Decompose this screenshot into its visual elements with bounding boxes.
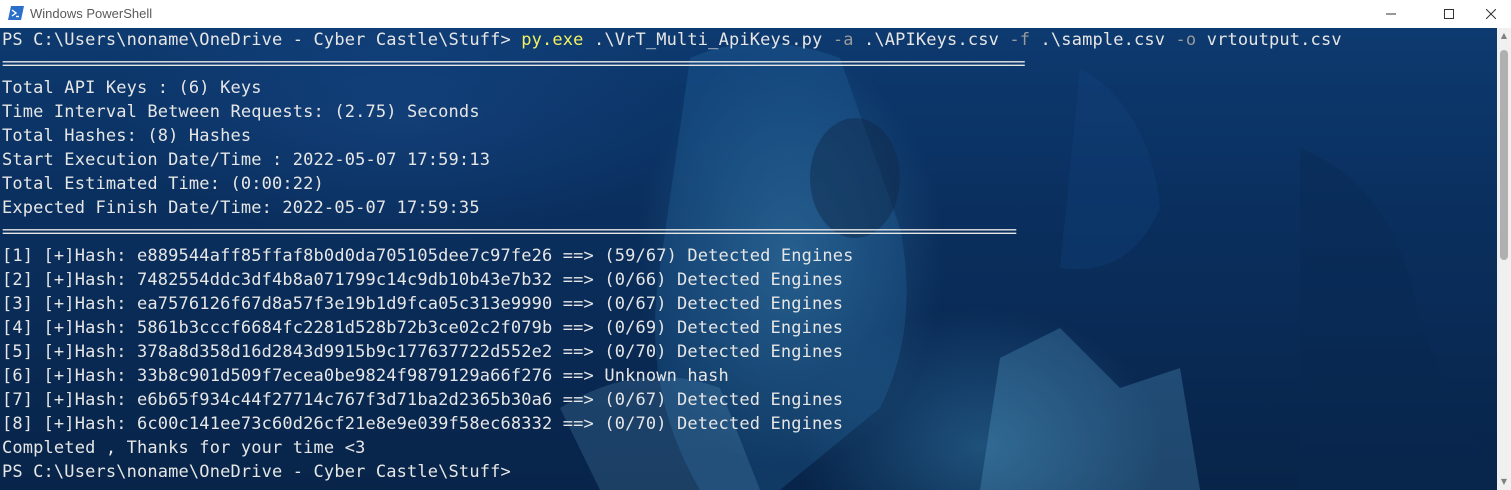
window-title: Windows PowerShell (30, 6, 153, 21)
result-line: [1] [+]Hash: e889544aff85ffaf8b0d0da7051… (2, 246, 854, 266)
arg-o: vrtoutput.csv (1196, 30, 1342, 50)
command-exe: py.exe (521, 30, 584, 50)
arg-a: .\APIKeys.csv (853, 30, 1010, 50)
maximize-icon (1444, 9, 1454, 19)
minimize-button[interactable] (1367, 0, 1415, 28)
separator-line: ========================================… (2, 222, 1017, 242)
prompt-text: PS C:\Users\noname\OneDrive - Cyber Cast… (2, 30, 522, 50)
result-line: [2] [+]Hash: 7482554ddc3df4b8a071799c14c… (2, 270, 844, 290)
vertical-scrollbar[interactable]: ▲ ▼ (1497, 28, 1511, 490)
completed-line: Completed , Thanks for your time <3 (2, 438, 366, 458)
flag-f: -f (1009, 30, 1031, 50)
summary-line: Start Execution Date/Time : 2022-05-07 1… (2, 150, 491, 170)
command-line: PS C:\Users\noname\OneDrive - Cyber Cast… (2, 28, 1342, 52)
summary-line: Time Interval Between Requests: (2.75) S… (2, 102, 480, 122)
title-bar[interactable]: Windows PowerShell (0, 0, 1511, 29)
result-line: [5] [+]Hash: 378a8d358d16d2843d9915b9c17… (2, 342, 844, 362)
scroll-down-icon[interactable]: ▼ (1500, 478, 1508, 486)
summary-line: Expected Finish Date/Time: 2022-05-07 17… (2, 198, 480, 218)
result-line: [6] [+]Hash: 33b8c901d509f7ecea0be9824f9… (2, 366, 729, 386)
command-script: .\VrT_Multi_ApiKeys.py (583, 30, 833, 50)
maximize-button[interactable] (1425, 0, 1473, 28)
separator-line: ========================================… (2, 54, 1026, 74)
powershell-icon (8, 6, 24, 20)
final-prompt[interactable]: PS C:\Users\noname\OneDrive - Cyber Cast… (2, 460, 1342, 484)
scroll-up-icon[interactable]: ▲ (1500, 32, 1508, 40)
minimize-icon (1386, 13, 1396, 15)
close-button[interactable] (1467, 0, 1511, 28)
flag-o: -o (1175, 30, 1197, 50)
arg-f: .\sample.csv (1030, 30, 1176, 50)
result-line: [7] [+]Hash: e6b65f934c44f27714c767f3d71… (2, 390, 844, 410)
scrollbar-thumb[interactable] (1500, 50, 1508, 260)
powershell-window: Windows PowerShell PS C:\Users\noname\On… (0, 0, 1511, 490)
summary-line: Total API Keys : (6) Keys (2, 78, 262, 98)
result-line: [4] [+]Hash: 5861b3cccf6684fc2281d528b72… (2, 318, 844, 338)
result-line: [8] [+]Hash: 6c00c141ee73c60d26cf21e8e9e… (2, 414, 844, 434)
terminal-area[interactable]: PS C:\Users\noname\OneDrive - Cyber Cast… (0, 28, 1497, 490)
close-icon (1486, 9, 1496, 19)
summary-line: Total Estimated Time: (0:00:22) (2, 174, 324, 194)
flag-a: -a (832, 30, 854, 50)
result-line: [3] [+]Hash: ea7576126f67d8a57f3e19b1d9f… (2, 294, 844, 314)
console-output: PS C:\Users\noname\OneDrive - Cyber Cast… (2, 28, 1342, 484)
summary-line: Total Hashes: (8) Hashes (2, 126, 252, 146)
